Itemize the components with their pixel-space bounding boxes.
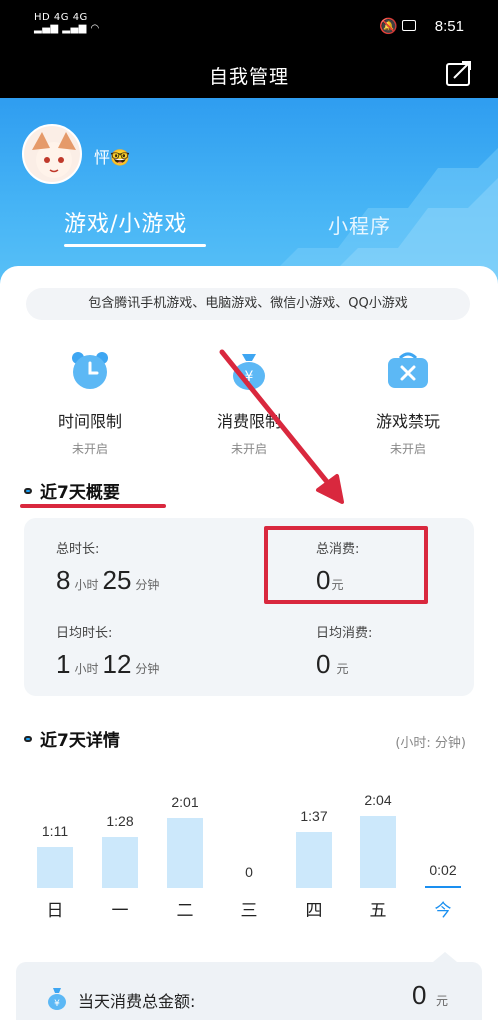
daily-spend-label: 日均消费: <box>316 626 373 641</box>
control-state: 未开启 <box>71 442 108 456</box>
clock: 8:51 <box>434 18 464 35</box>
unit-minute: 分钟 <box>135 578 160 592</box>
chart-bar[interactable] <box>425 886 461 888</box>
signal-icon: ▂▄▆ ▂▄▆ ◠ <box>34 23 100 34</box>
today-spend-unit: 元 <box>436 994 449 1008</box>
unit-note: (小时: 分钟) <box>395 736 466 751</box>
coverage-note: 包含腾讯手机游戏、电脑游戏、微信小游戏、QQ小游戏 <box>26 288 470 320</box>
ban-box-icon <box>388 352 428 388</box>
chart-bar[interactable] <box>296 832 332 888</box>
chart-day-label[interactable]: 一 <box>100 896 140 921</box>
tab-mini-programs[interactable]: 小程序 <box>328 210 391 239</box>
svg-text:¥: ¥ <box>54 999 60 1009</box>
time-limit-control[interactable]: 时间限制 未开启 <box>30 348 150 457</box>
today-spend-label: 当天消费总金额: <box>78 992 196 1011</box>
chart-data-label: 0:02 <box>429 862 457 878</box>
today-spend-card: ¥ 当天消费总金额: 0 元 <box>16 962 482 1020</box>
control-label: 时间限制 <box>57 412 122 431</box>
status-bar: HD 4G 4G ▂▄▆ ▂▄▆ ◠ 🔕 8:51 <box>0 0 498 52</box>
game-ban-control[interactable]: 游戏禁玩 未开启 <box>348 348 468 457</box>
daily-time-label: 日均时长: <box>56 626 113 641</box>
chart-data-label: 2:04 <box>364 792 392 808</box>
total-time-label: 总时长: <box>56 542 100 557</box>
chart-data-label: 0 <box>245 864 253 880</box>
mute-bell-icon: 🔕 <box>379 17 398 35</box>
battery-icon <box>402 20 416 31</box>
unit-hour: 小时 <box>74 578 99 592</box>
chart-data-label: 1:11 <box>41 823 69 839</box>
daily-time-hours: 1 <box>56 649 71 679</box>
chart-data-label: 1:37 <box>300 808 328 824</box>
share-icon[interactable] <box>444 58 474 88</box>
total-time-value: 8 小时 25 分钟 <box>56 565 163 596</box>
daily-time: 日均时长: 1 小时 12 分钟 <box>56 622 163 680</box>
chart-data-label: 1:28 <box>106 813 134 829</box>
title-bar: 自我管理 <box>0 52 498 98</box>
daily-time-minutes: 12 <box>102 649 132 679</box>
chart-day-label[interactable]: 今 <box>423 896 463 921</box>
username: 怦🤓 <box>94 148 130 167</box>
unit-yuan: 元 <box>336 662 349 676</box>
avatar[interactable] <box>22 124 82 184</box>
chart-day-label[interactable]: 二 <box>165 896 205 921</box>
today-spend-value: 0 <box>412 980 427 1010</box>
network-status: HD 4G 4G <box>34 12 88 23</box>
main-card: 包含腾讯手机游戏、电脑游戏、微信小游戏、QQ小游戏 时间限制 未开启 ¥ 消费限… <box>0 266 498 1020</box>
today-pointer <box>433 952 457 962</box>
daily-spend-amount: 0 <box>316 649 331 679</box>
chart-bar[interactable] <box>360 816 396 888</box>
section-dot-icon <box>24 488 32 494</box>
header-banner: 怦🤓 游戏/小游戏 小程序 <box>0 98 498 288</box>
weekly-bar-chart: 1:11 日 1:28 一 2:01 二 0 三 1:37 四 2:04 五 0:02 今 <box>0 786 498 926</box>
chart-day-label[interactable]: 日 <box>35 896 75 921</box>
highlight-box <box>264 526 428 604</box>
money-bag-icon: ¥ <box>48 988 66 1010</box>
total-time-hours: 8 <box>56 565 71 595</box>
alarm-clock-icon <box>72 352 108 389</box>
daily-spend: 日均消费: 0元 <box>316 622 372 680</box>
tab-games[interactable]: 游戏/小游戏 <box>64 206 187 238</box>
details-title-text: 近7天详情 <box>40 731 120 751</box>
highlight-underline <box>20 504 166 508</box>
daily-spend-value: 0元 <box>316 649 372 680</box>
chart-bar[interactable] <box>102 837 138 888</box>
chart-data-label: 2:01 <box>171 794 199 810</box>
total-time: 总时长: 8 小时 25 分钟 <box>56 538 163 596</box>
spend-limit-control[interactable]: ¥ 消费限制 未开启 <box>189 348 309 457</box>
chart-day-label[interactable]: 三 <box>229 896 269 921</box>
control-label: 消费限制 <box>216 412 281 431</box>
unit-minute: 分钟 <box>135 662 160 676</box>
daily-time-value: 1 小时 12 分钟 <box>56 649 163 680</box>
money-bag-icon: ¥ <box>233 354 265 390</box>
summary-title-text: 近7天概要 <box>40 483 120 503</box>
chart-bar[interactable] <box>167 818 203 888</box>
section-dot-icon <box>24 736 32 742</box>
chart-day-label[interactable]: 五 <box>358 896 398 921</box>
signal-indicators: HD 4G 4G ▂▄▆ ▂▄▆ ◠ <box>34 12 100 34</box>
chart-bar[interactable] <box>37 847 73 888</box>
avatar-image <box>24 126 80 182</box>
control-state: 未开启 <box>389 442 426 456</box>
active-tab-indicator <box>64 244 206 247</box>
svg-text:¥: ¥ <box>245 369 254 385</box>
control-state: 未开启 <box>230 442 267 456</box>
control-label: 游戏禁玩 <box>375 412 440 431</box>
total-time-minutes: 25 <box>102 565 132 595</box>
stairs-decoration <box>258 148 498 288</box>
page-title: 自我管理 <box>208 66 289 88</box>
details-title: 近7天详情 <box>24 726 120 751</box>
unit-hour: 小时 <box>74 662 99 676</box>
chart-day-label[interactable]: 四 <box>294 896 334 921</box>
summary-title: 近7天概要 <box>24 478 120 503</box>
